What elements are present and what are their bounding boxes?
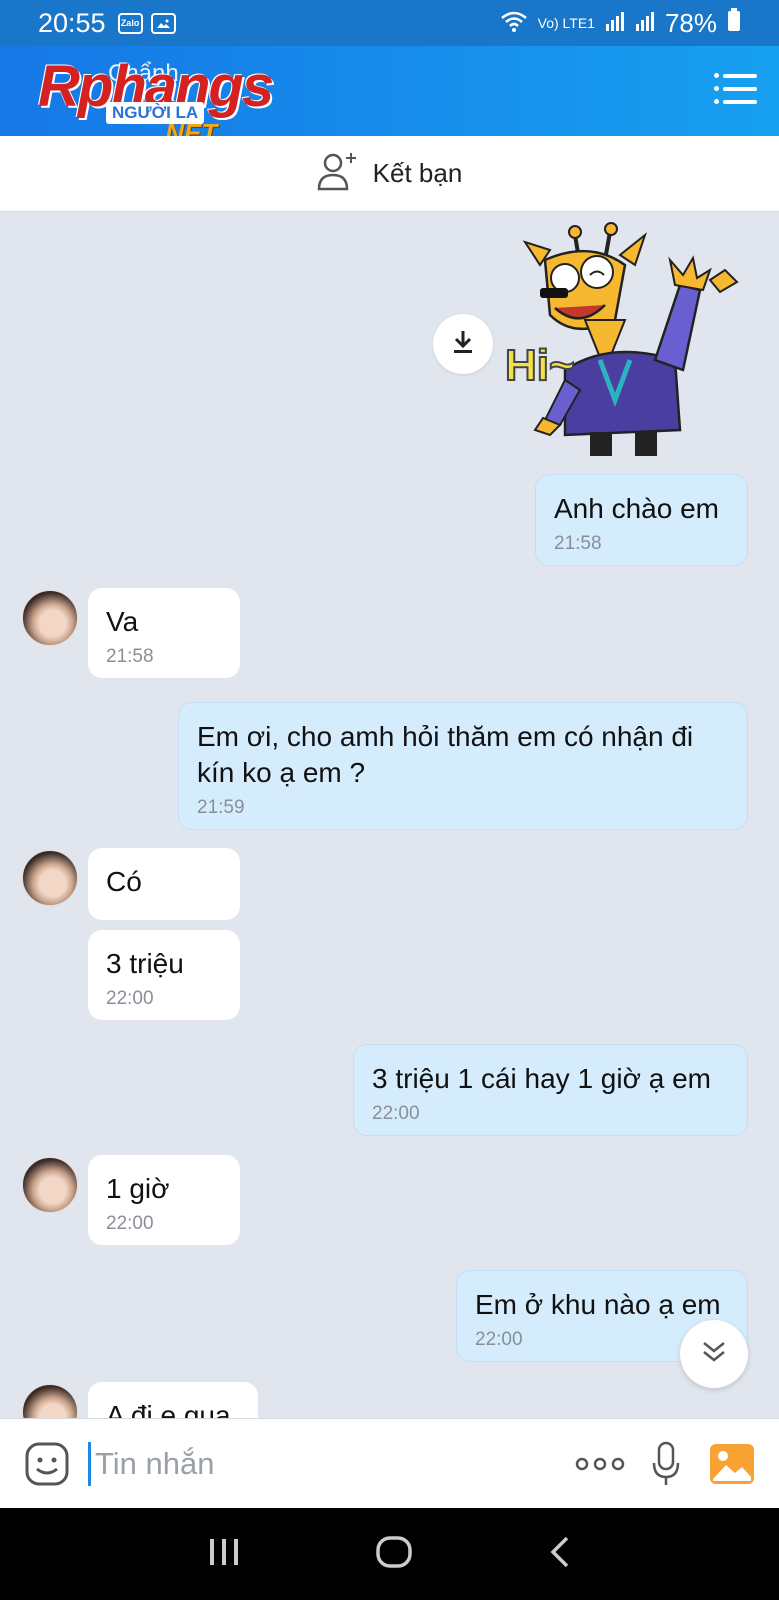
message-text: 1 giờ <box>106 1173 170 1204</box>
message-input[interactable] <box>88 1441 575 1486</box>
incoming-message[interactable]: 1 giờ 22:00 <box>88 1155 240 1245</box>
network-label: Vo) LTE1 <box>537 15 595 31</box>
message-text: Có <box>106 866 142 897</box>
add-friend-label: Kết bạn <box>372 158 463 188</box>
add-friend-button[interactable]: Kết bạn <box>0 136 779 212</box>
battery-icon <box>727 7 741 39</box>
status-time: 20:55 <box>38 7 106 38</box>
back-icon[interactable] <box>548 1535 572 1574</box>
contact-avatar[interactable] <box>22 1384 78 1418</box>
incoming-message[interactable]: Va 21:58 <box>88 588 240 678</box>
message-text: A đi e qua <box>106 1400 231 1418</box>
outgoing-message[interactable]: Em ơi, cho amh hỏi thăm em có nhận đi kí… <box>178 702 748 830</box>
message-text: 3 triệu 1 cái hay 1 giờ ạ em <box>372 1063 711 1094</box>
message-time: 21:58 <box>554 533 602 554</box>
signal-icon-2 <box>635 8 655 39</box>
message-time: 22:00 <box>106 1213 154 1234</box>
chat-header: Chẩnh Rphangs NGƯỜI LA .NET <box>0 46 779 149</box>
outgoing-message[interactable]: Anh chào em 21:58 <box>535 474 748 566</box>
chat-messages[interactable]: Hi~ Anh chào em 21:58 Va 21:58 Em ơi, ch… <box>0 212 779 1418</box>
message-time: 22:00 <box>106 988 154 1009</box>
more-options-icon[interactable] <box>575 1457 625 1471</box>
wifi-icon <box>500 8 528 39</box>
recent-apps-icon[interactable] <box>207 1537 241 1572</box>
message-input-bar <box>0 1418 779 1508</box>
contact-avatar[interactable] <box>22 850 78 906</box>
message-text: 3 triệu <box>106 948 184 979</box>
message-time: 21:59 <box>197 797 245 818</box>
incoming-message[interactable]: Có <box>88 848 240 920</box>
giraffe-sticker[interactable]: Hi~ <box>505 220 745 465</box>
message-text: Em ở khu nào ạ em <box>475 1289 721 1320</box>
message-time: 21:58 <box>106 646 154 667</box>
message-text: Anh chào em <box>554 493 719 524</box>
outgoing-message[interactable]: 3 triệu 1 cái hay 1 giờ ạ em 22:00 <box>353 1044 748 1136</box>
double-chevron-down-icon <box>700 1338 728 1371</box>
menu-list-icon[interactable] <box>714 73 757 110</box>
battery-percent: 78% <box>664 7 717 38</box>
message-text: Em ơi, cho amh hỏi thăm em có nhận đi kí… <box>197 721 694 788</box>
contact-avatar[interactable] <box>22 590 78 646</box>
download-button[interactable] <box>433 314 493 374</box>
home-icon[interactable] <box>375 1535 413 1574</box>
download-icon <box>451 329 475 360</box>
message-text: Va <box>106 606 139 637</box>
watermark-logo: Rphangs NGƯỜI LA .NET <box>38 58 274 149</box>
image-notification-icon <box>150 12 176 34</box>
status-bar: 20:55 Zalo Vo) LTE1 78% <box>0 0 779 46</box>
sticker-text: Hi~ <box>505 341 575 390</box>
message-time: 22:00 <box>372 1103 420 1124</box>
scroll-to-bottom-button[interactable] <box>680 1320 748 1388</box>
gallery-image-icon[interactable] <box>709 1443 755 1485</box>
system-navigation-bar <box>0 1508 779 1600</box>
emoji-sticker-icon[interactable] <box>24 1441 70 1487</box>
zalo-notification-icon: Zalo <box>117 12 143 34</box>
incoming-message[interactable]: A đi e qua <box>88 1382 258 1418</box>
microphone-icon[interactable] <box>651 1441 681 1487</box>
incoming-message[interactable]: 3 triệu 22:00 <box>88 930 240 1020</box>
contact-avatar[interactable] <box>22 1157 78 1213</box>
add-user-icon <box>317 151 359 196</box>
signal-icon-1 <box>605 8 625 39</box>
